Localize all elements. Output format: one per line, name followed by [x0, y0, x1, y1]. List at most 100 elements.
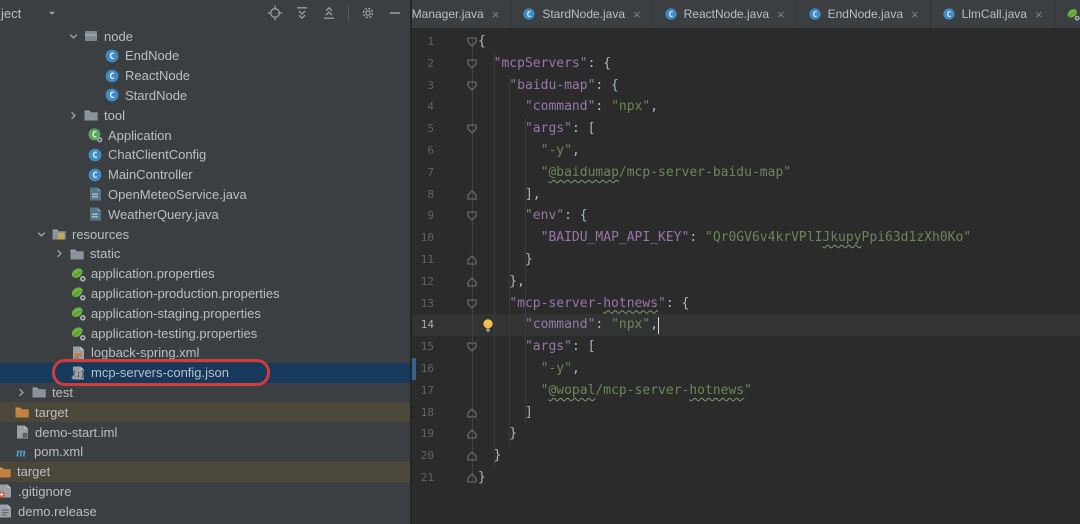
code-token: hotnews — [603, 296, 658, 311]
tab-endnode-java[interactable]: CEndNode.java× — [797, 0, 931, 28]
tree-item-maincontroller[interactable]: CMainController — [0, 165, 410, 185]
svg-text:C: C — [668, 10, 673, 19]
folder-icon — [69, 246, 85, 262]
code-line-18[interactable]: ] — [478, 402, 533, 424]
tab-close-icon[interactable]: × — [633, 8, 641, 21]
tab-close-icon[interactable]: × — [492, 8, 500, 21]
code-line-14[interactable]: "command": "npx", — [478, 314, 658, 336]
tree-item-content: application.properties — [70, 266, 215, 282]
code-line-4[interactable]: "command": "npx", — [478, 96, 658, 118]
tab-label: ReactNode.java — [684, 7, 769, 21]
code-line-19[interactable]: } — [478, 423, 517, 445]
svg-text:C: C — [109, 52, 114, 62]
tree-item-static[interactable]: static — [0, 244, 410, 264]
tree-item-logback-spring-xml[interactable]: logback-spring.xml — [0, 343, 410, 363]
code-token: "command" — [525, 317, 595, 332]
tree-item-demo-release[interactable]: demo.release — [0, 501, 410, 521]
code-line-13[interactable]: "mcp-server-hotnews": { — [478, 293, 689, 315]
code-line-20[interactable]: } — [478, 445, 501, 467]
code-editor[interactable]: 1{2 "mcpServers": {3 "baidu-map": {4 "co… — [412, 29, 1080, 524]
code-line-10[interactable]: "BAIDU_MAP_API_KEY": "Qr0GV6v4krVPlIJkup… — [478, 227, 971, 249]
tree-item-tool[interactable]: tool — [0, 105, 410, 125]
tree-item-node[interactable]: node — [0, 26, 410, 46]
tree-item-demo-start-iml[interactable]: demo-start.iml — [0, 422, 410, 442]
maven-file-icon: m — [13, 444, 29, 460]
tree-item-application-production-properties[interactable]: application-production.properties — [0, 283, 410, 303]
expand-chevron-down-icon[interactable] — [66, 28, 81, 44]
code-line-2[interactable]: "mcpServers": { — [478, 53, 611, 75]
tab-reactnode-java[interactable]: C ReactNode.java × — [653, 0, 797, 28]
code-line-9[interactable]: "env": { — [478, 205, 588, 227]
code-token: "Qr0GV6v4krVPlI — [705, 230, 822, 245]
tree-item-content: application-production.properties — [70, 285, 280, 301]
tree-item-resources[interactable]: resources — [0, 224, 410, 244]
code-line-6[interactable]: "-y", — [478, 140, 580, 162]
code-token — [478, 361, 541, 376]
tree-item-content: {;}mcp-servers-config.json — [70, 365, 229, 381]
code-line-7[interactable]: "@baidumap/mcp-server-baidu-map" — [478, 162, 791, 184]
git-file-icon — [0, 483, 13, 499]
tree-item-reactnode[interactable]: CReactNode — [0, 66, 410, 86]
intention-bulb-icon[interactable] — [480, 317, 496, 333]
tab-applicati[interactable]: applicati — [1055, 0, 1080, 28]
tree-item-weatherquery-java[interactable]: WeatherQuery.java — [0, 204, 410, 224]
tree-item-pom-xml[interactable]: mpom.xml — [0, 442, 410, 462]
expand-chevron-right-icon[interactable] — [52, 246, 67, 262]
code-token: "-y" — [541, 143, 572, 158]
gutter-line-number: 2 — [412, 53, 434, 75]
tree-item-endnode[interactable]: CEndNode — [0, 46, 410, 66]
code-line-8[interactable]: ], — [478, 184, 541, 206]
code-line-3[interactable]: "baidu-map": { — [478, 75, 619, 97]
code-line-11[interactable]: } — [478, 249, 533, 271]
code-line-12[interactable]: }, — [478, 271, 525, 293]
expand-chevron-down-icon[interactable] — [34, 226, 49, 242]
tree-item-openmeteoservice-java[interactable]: OpenMeteoService.java — [0, 184, 410, 204]
tree-item-content: application-testing.properties — [70, 325, 257, 341]
tree-item-mcp-servers-config-json[interactable]: {;}mcp-servers-config.json — [0, 363, 410, 383]
code-token: : [ — [572, 121, 595, 136]
class-green-icon: C — [87, 127, 103, 143]
svg-text:m: m — [16, 445, 26, 459]
expand-chevron-right-icon[interactable] — [66, 107, 81, 123]
code-token: " — [658, 296, 666, 311]
gutter-line-number: 18 — [412, 402, 434, 424]
code-line-17[interactable]: "@wopal/mcp-server-hotnews" — [478, 380, 752, 402]
tree-item-chatclientconfig[interactable]: CChatClientConfig — [0, 145, 410, 165]
svg-text:C: C — [92, 171, 97, 181]
tab-close-icon[interactable]: × — [911, 8, 919, 21]
tab-lmanager-java[interactable]: lManager.java× — [412, 0, 511, 28]
java-file-icon — [87, 186, 103, 202]
tab-llmcall-java[interactable]: CLlmCall.java× — [931, 0, 1055, 28]
code-line-1[interactable]: { — [478, 31, 486, 53]
tab-close-icon[interactable]: × — [1035, 8, 1043, 21]
editor-pane: lManager.java×CStardNode.java× C ReactNode… — [412, 0, 1080, 524]
tree-item-label: ChatClientConfig — [108, 147, 206, 162]
tree-item-test[interactable]: test — [0, 382, 410, 402]
tree-item-content: demo.release — [0, 503, 97, 519]
tree-item-label: Application — [108, 128, 172, 143]
tree-item-stardnode[interactable]: CStardNode — [0, 85, 410, 105]
code-token: : { — [588, 56, 611, 71]
code-token: "npx" — [611, 99, 650, 114]
tree-item-application-staging-properties[interactable]: application-staging.properties — [0, 303, 410, 323]
tab-stardnode-java[interactable]: CStardNode.java× — [511, 0, 652, 28]
tree-item-label: application.properties — [91, 266, 215, 281]
code-token — [478, 208, 525, 223]
expand-chevron-right-icon[interactable] — [14, 384, 29, 400]
tree-item-application-testing-properties[interactable]: application-testing.properties — [0, 323, 410, 343]
tab-close-icon[interactable]: × — [777, 8, 785, 21]
tree-item-gitignore[interactable]: .gitignore — [0, 481, 410, 501]
gutter-line-number: 7 — [412, 162, 434, 184]
code-line-5[interactable]: "args": [ — [478, 118, 595, 140]
code-token: } — [478, 252, 533, 267]
code-line-16[interactable]: "-y", — [478, 358, 580, 380]
code-line-15[interactable]: "args": [ — [478, 336, 595, 358]
tree-item-application[interactable]: C Application — [0, 125, 410, 145]
tree-item-application-properties[interactable]: application.properties — [0, 264, 410, 284]
tree-item-target[interactable]: target — [0, 462, 410, 482]
tree-item-target[interactable]: target — [0, 402, 410, 422]
code-line-21[interactable]: } — [478, 467, 486, 489]
tree-item-content: CStardNode — [104, 87, 187, 103]
text-file-icon — [0, 503, 13, 519]
code-token: @wopal — [548, 383, 595, 398]
